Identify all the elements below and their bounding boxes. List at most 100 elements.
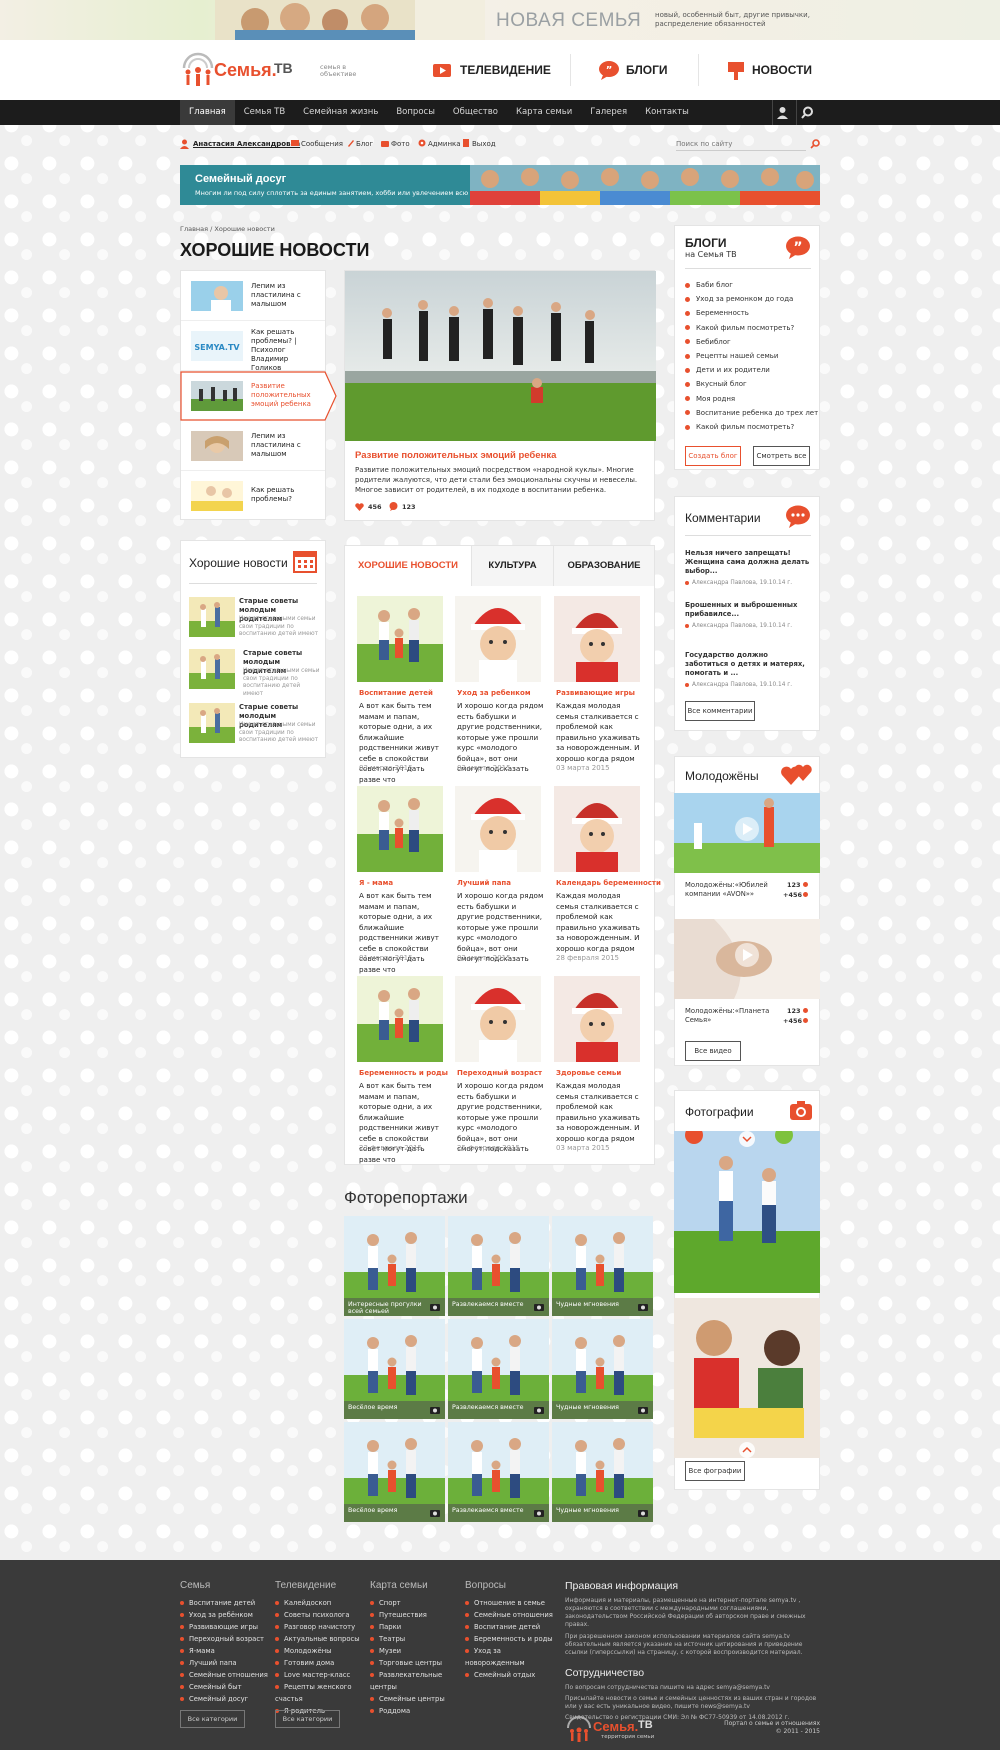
footer-all-categories-button[interactable]: Все категории [180,1710,245,1728]
photo-link[interactable]: Фото [391,140,410,148]
footer-link[interactable]: Лучший папа [180,1657,270,1669]
top-banner[interactable]: НОВАЯ СЕМЬЯ новый, особенный быт, другие… [0,0,1000,40]
photo-main[interactable] [674,1131,820,1293]
good-news-item[interactable]: Старые советы молодым родителям Имеют ст… [189,649,320,697]
news-category[interactable]: Календарь беременности [556,879,661,887]
footer-link[interactable]: Семейные центры [370,1693,465,1705]
blog-list-item[interactable]: Вкусный блог [685,377,815,391]
photo-report-item[interactable]: Развлекаемся вместе [448,1319,549,1419]
tab-culture[interactable]: КУЛЬТУРА [471,546,553,586]
news-card[interactable]: Беременность и роды А вот как быть тем ма… [357,976,448,1164]
footer-link[interactable]: Роддома [370,1705,465,1717]
blog-list-item[interactable]: Беременность [685,306,815,320]
news-category[interactable]: Уход за ребенком [457,689,549,697]
all-photos-button[interactable]: Все фографии [685,1461,745,1481]
footer-link[interactable]: Воспитание детей [465,1621,560,1633]
admin-link[interactable]: Админка [428,140,461,148]
nav-item-contacts[interactable]: Контакты [636,100,698,125]
photo-report-item[interactable]: Весёлое время [344,1319,445,1419]
photo-report-item[interactable]: Чудные мгновения [552,1216,653,1316]
footer-link[interactable]: Уход за новорожденным [465,1645,560,1669]
footer-link[interactable]: Беременность и роды [465,1633,560,1645]
comment-icon[interactable] [389,502,398,511]
footer-link[interactable]: Семейный отдых [465,1669,560,1681]
news-card[interactable]: Воспитание детей А вот как быть тем мамам… [357,596,447,784]
search-icon[interactable] [801,106,814,119]
video-thumb[interactable] [674,793,820,873]
nav-item-questions[interactable]: Вопросы [387,100,444,125]
footer-link[interactable]: Молодожёны [275,1645,370,1657]
user-name-link[interactable]: Анастасия Александровна [193,140,300,148]
list-item[interactable]: Лепим из пластилина с малышом [181,421,325,471]
user-icon[interactable] [776,106,789,119]
heart-icon[interactable] [355,503,364,511]
footer-link[interactable]: Парки [370,1621,465,1633]
news-thumb-image[interactable] [455,596,541,682]
footer-link[interactable]: Рецепты женского счастья [275,1681,370,1705]
news-thumb-image[interactable] [554,786,640,872]
footer-link[interactable]: Советы психолога [275,1609,370,1621]
blog-list-item[interactable]: Моя родня [685,392,815,406]
news-card[interactable]: Переходный возраст И хорошо когда рядом е… [455,976,545,1156]
footer-link[interactable]: Торговые центры [370,1657,465,1669]
news-card[interactable]: Лучший папа И хорошо когда рядом есть баб… [455,786,545,966]
news-category[interactable]: Лучший папа [457,879,549,887]
blog-list-item[interactable]: Уход за ремонком до года [685,292,815,306]
feature-title[interactable]: Развитие положительных эмоций ребенка [355,450,556,461]
nav-item-semya-tv[interactable]: Семья ТВ [235,100,294,125]
all-comments-button[interactable]: Все комментарии [685,701,755,721]
news-thumb-image[interactable] [455,786,541,872]
footer-link[interactable]: Я-мама [180,1645,270,1657]
footer-link[interactable]: Театры [370,1633,465,1645]
list-item[interactable]: Как решать проблемы? [181,471,325,519]
footer-link[interactable]: Отношение в семье [465,1597,560,1609]
promo-banner[interactable]: Семейный досуг Многим ли под силу сплоти… [180,165,820,205]
footer-logo[interactable]: Семья. ТВ территория семьи [565,1715,675,1745]
footer-link[interactable]: Развивающие игры [180,1621,270,1633]
footer-link[interactable]: Семейный быт [180,1681,270,1693]
nav-item-home[interactable]: Главная [180,100,235,125]
good-news-item[interactable]: Старые советы молодым родителям Имеют ст… [189,703,319,747]
footer-link[interactable]: Готовим дома [275,1657,370,1669]
news-card[interactable]: Развивающие игры Каждая молодая семья ста… [554,596,644,776]
footer-link[interactable]: Уход за ребёнком [180,1609,270,1621]
photo-report-item[interactable]: Весёлое время [344,1422,445,1522]
messages-link[interactable]: Сообщения [301,140,343,148]
tab-good-news[interactable]: ХОРОШИЕ НОВОСТИ [345,546,471,586]
photo-secondary[interactable] [674,1298,820,1458]
site-search-input[interactable] [676,138,806,151]
footer-link[interactable]: Воспитание детей [180,1597,270,1609]
photo-report-item[interactable]: Развлекаемся вместе [448,1216,549,1316]
feature-card[interactable]: Развитие положительных эмоций ребенка Ра… [344,270,656,521]
list-item-active[interactable]: Развитие положительных эмоций ребенка [180,371,337,421]
news-card[interactable]: Я - мама А вот как быть тем мамам и папам… [357,786,447,974]
tab-education[interactable]: ОБРАЗОВАНИЕ [553,546,654,586]
all-videos-button[interactable]: Все видео [685,1041,741,1061]
news-thumb-image[interactable] [357,596,443,682]
footer-link[interactable]: Актуальные вопросы [275,1633,370,1645]
blog-list-item[interactable]: Дети и их родители [685,363,815,377]
logout-link[interactable]: Выход [472,140,496,148]
news-category[interactable]: Я - мама [359,879,451,887]
blog-link[interactable]: Блог [356,140,373,148]
blog-list-item[interactable]: Какой фильм посмотреть? [685,420,815,434]
blog-list-item[interactable]: Воспитание ребенка до трех лет [685,406,818,420]
footer-link[interactable]: Спорт [370,1597,465,1609]
photo-report-item[interactable]: Чудные мгновения [552,1319,653,1419]
photo-report-item[interactable]: Развлекаемся вместе [448,1422,549,1522]
blog-list-item[interactable]: Рецепты нашей семьи [685,349,815,363]
comment-item[interactable]: Государство должно заботиться о детях и … [685,651,813,688]
video-thumb[interactable] [674,919,820,999]
see-all-blogs-button[interactable]: Смотреть все [753,446,810,466]
blog-list-item[interactable]: Баби блог [685,278,815,292]
search-icon[interactable] [810,139,820,149]
create-blog-button[interactable]: Создать блог [685,446,741,466]
footer-link[interactable]: Развлекательные центры [370,1669,465,1693]
nav-item-family-map[interactable]: Карта семьи [507,100,581,125]
breadcrumb-home[interactable]: Главная [180,225,208,233]
blog-list-item[interactable]: Бебиблог [685,335,815,349]
news-category[interactable]: Воспитание детей [359,689,451,697]
video-title[interactable]: Молодожёны:«Планета Семья» [685,1007,777,1025]
news-category[interactable]: Здоровье семьи [556,1069,648,1077]
news-category[interactable]: Беременность и роды [359,1069,451,1077]
